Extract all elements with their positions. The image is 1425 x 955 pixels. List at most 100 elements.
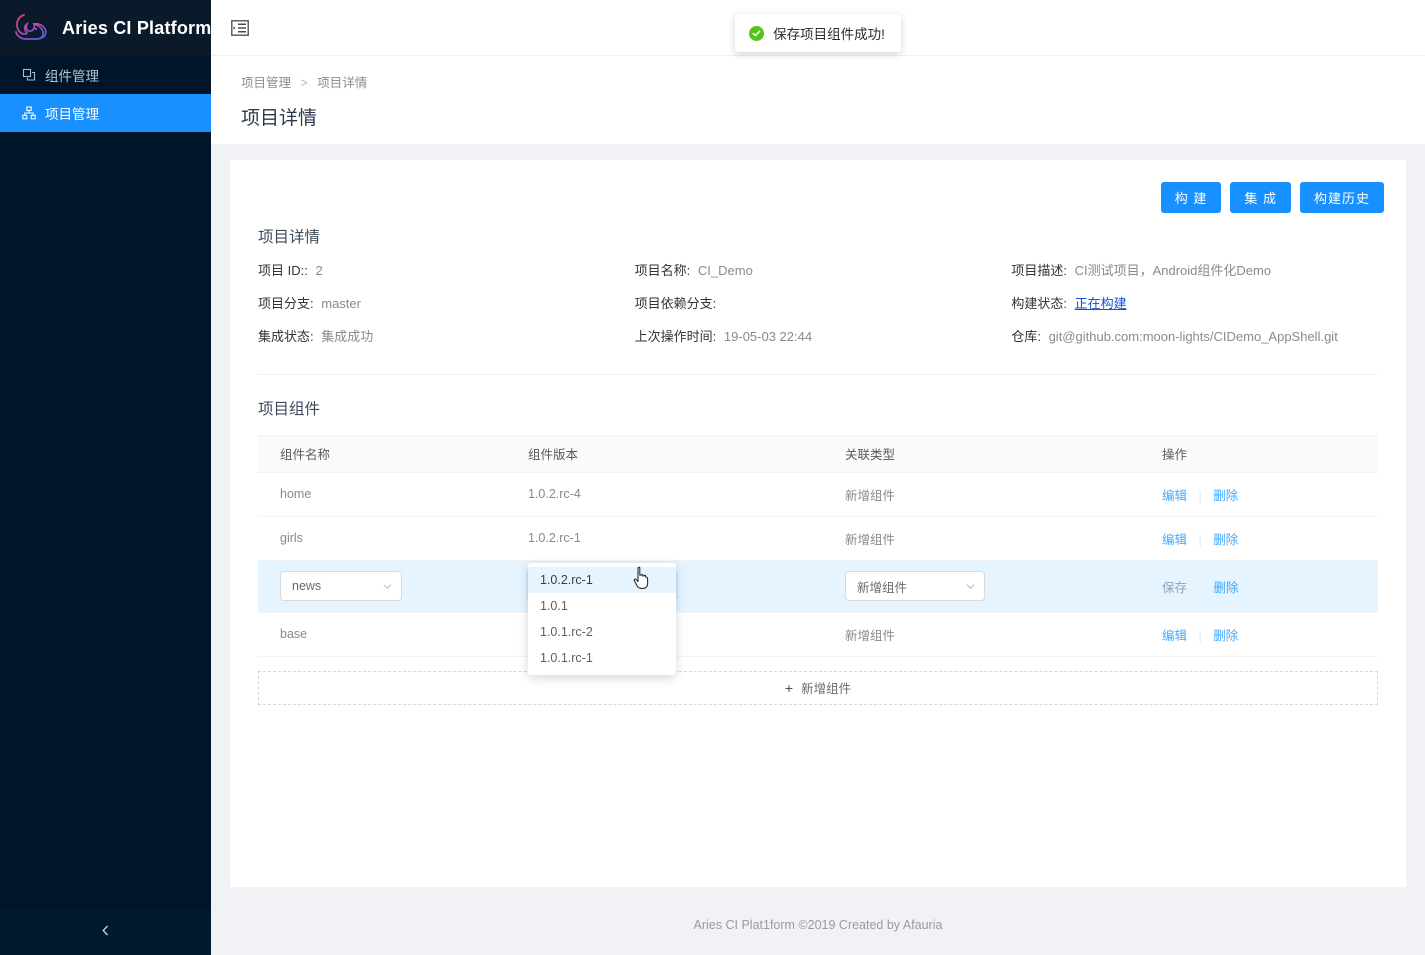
aries-ram-head-logo-icon bbox=[12, 8, 52, 48]
page-title: 项目详情 bbox=[241, 108, 318, 129]
cell-type: 新增组件 bbox=[845, 532, 896, 547]
info-field-project-desc: 项目描述: CI测试项目，Android组件化Demo bbox=[1011, 263, 1388, 280]
delete-link[interactable]: 删除 bbox=[1213, 629, 1238, 643]
sidebar-item-components[interactable]: 组件管理 bbox=[0, 56, 211, 94]
info-label: 项目分支: bbox=[258, 295, 314, 311]
info-label: 构建状态: bbox=[1011, 295, 1067, 311]
column-header-actions: 操作 bbox=[1162, 448, 1188, 463]
toast-text: 保存项目组件成功! bbox=[773, 27, 885, 42]
dropdown-option[interactable]: 1.0.1.rc-1 bbox=[528, 645, 676, 671]
integrate-button[interactable]: 集 成 bbox=[1230, 182, 1291, 213]
toast-container: 保存项目组件成功! bbox=[211, 14, 1425, 52]
info-label: 项目描述: bbox=[1011, 263, 1067, 278]
table-row-editing: news 1.0.2.rc-1 bbox=[258, 560, 1378, 613]
info-field-project-id: 项目 ID:: 2 bbox=[258, 263, 635, 280]
action-separator: | bbox=[1198, 488, 1202, 503]
sidebar-item-label: 项目管理 bbox=[45, 107, 99, 122]
dropdown-option[interactable]: 1.0.1.rc-2 bbox=[528, 619, 676, 645]
sidebar: Aries CI Platform 组件管理 项目管理 bbox=[0, 0, 211, 955]
sidebar-item-label: 组件管理 bbox=[45, 69, 99, 84]
app-root: Aries CI Platform 组件管理 项目管理 保存项目组件成功! 项目… bbox=[0, 0, 1425, 955]
sidebar-logo-text: Aries CI Platform bbox=[62, 17, 212, 38]
info-field-project-name: 项目名称: CI_Demo bbox=[635, 263, 1012, 280]
table-row: girls 1.0.2.rc-1 新增组件 编辑 | 删除 bbox=[258, 517, 1378, 561]
build-history-button[interactable]: 构建历史 bbox=[1299, 182, 1384, 213]
version-dropdown-menu[interactable]: 1.0.2.rc-1 1.0.1 1.0.1.rc-2 1.0.1.rc-1 bbox=[528, 562, 676, 675]
detail-section-title: 项目详情 bbox=[258, 229, 321, 246]
topbar: 保存项目组件成功! bbox=[211, 0, 1425, 56]
relation-type-select-value: 新增组件 bbox=[857, 580, 908, 595]
info-field-dependency-branch: 项目依赖分支: bbox=[635, 296, 1012, 313]
cell-version: 1.0.2.rc-4 bbox=[528, 487, 581, 502]
card-action-buttons: 构 建 集 成 构建历史 bbox=[248, 182, 1384, 213]
info-label: 上次操作时间: bbox=[634, 328, 717, 344]
info-value: master bbox=[321, 295, 361, 311]
components-icon bbox=[22, 68, 36, 82]
cell-name: base bbox=[280, 627, 308, 642]
sidebar-logo[interactable]: Aries CI Platform bbox=[0, 0, 211, 56]
chevron-down-icon bbox=[966, 572, 975, 600]
sidebar-collapse-button[interactable] bbox=[0, 909, 211, 955]
info-label: 集成状态: bbox=[258, 328, 314, 344]
components-table: 组件名称 组件版本 关联类型 操作 home 1.0.2.rc-4 新增组件 编… bbox=[258, 434, 1378, 675]
action-separator: | bbox=[1198, 628, 1202, 643]
dropdown-option[interactable]: 1.0.1 bbox=[528, 593, 676, 619]
info-field-repository: 仓库: git@github.com:moon-lights/CIDemo_Ap… bbox=[1011, 329, 1388, 346]
table-header-row: 组件名称 组件版本 关联类型 操作 bbox=[258, 434, 1378, 473]
menu-fold-icon[interactable] bbox=[231, 19, 249, 36]
save-link[interactable]: 保存 bbox=[1162, 581, 1187, 595]
edit-link[interactable]: 编辑 bbox=[1162, 489, 1187, 503]
info-label: 项目名称: bbox=[634, 263, 691, 278]
breadcrumb-separator: > bbox=[300, 76, 308, 90]
sidebar-item-project[interactable]: 项目管理 bbox=[0, 94, 211, 132]
component-name-select-value: news bbox=[292, 579, 322, 594]
add-component-label: 新增组件 bbox=[801, 682, 852, 697]
sidebar-menu: 组件管理 项目管理 bbox=[0, 56, 211, 132]
cell-name-select: news bbox=[258, 571, 528, 602]
content-area: 构 建 集 成 构建历史 项目详情 项目 ID:: 2 项目名称: CI_Dem… bbox=[211, 144, 1425, 895]
add-component-button[interactable]: + 新增组件 bbox=[258, 670, 1378, 705]
cell-actions: 编辑 | 删除 bbox=[1162, 529, 1378, 548]
action-separator bbox=[1199, 581, 1202, 595]
column-header-name: 组件名称 bbox=[280, 448, 331, 463]
relation-type-select[interactable]: 新增组件 bbox=[845, 571, 985, 602]
check-circle-icon bbox=[749, 25, 765, 41]
cell-type: 新增组件 bbox=[845, 628, 896, 643]
info-value: 集成成功 bbox=[321, 328, 374, 344]
page-footer: Aries CI Plat1form ©2019 Created by Afau… bbox=[211, 895, 1425, 955]
info-field-integration-status: 集成状态: 集成成功 bbox=[258, 329, 635, 346]
plus-icon: + bbox=[784, 679, 794, 696]
components-section-title: 项目组件 bbox=[258, 400, 321, 418]
info-value: git@github.com:moon-lights/CIDemo_AppShe… bbox=[1048, 328, 1338, 344]
toast-message: 保存项目组件成功! bbox=[735, 14, 901, 52]
delete-link[interactable]: 删除 bbox=[1213, 533, 1238, 547]
info-field-build-status: 构建状态: 正在构建 bbox=[1011, 296, 1388, 313]
info-value: CI_Demo bbox=[697, 263, 753, 278]
chevron-left-icon bbox=[99, 924, 112, 941]
info-value: 2 bbox=[315, 263, 323, 278]
cell-version: 1.0.2.rc-1 bbox=[528, 531, 581, 546]
cell-actions: 保存 删除 bbox=[1162, 577, 1378, 596]
info-label: 项目 ID:: bbox=[258, 263, 308, 278]
info-label: 仓库: bbox=[1011, 328, 1041, 344]
breadcrumb-parent[interactable]: 项目管理 bbox=[241, 76, 291, 90]
delete-link[interactable]: 删除 bbox=[1213, 581, 1238, 595]
table-row: base 新增组件 编辑 | 删除 bbox=[258, 613, 1378, 657]
cell-name: home bbox=[280, 487, 312, 502]
edit-link[interactable]: 编辑 bbox=[1162, 533, 1187, 547]
component-name-select[interactable]: news bbox=[280, 571, 402, 602]
cell-actions: 编辑 | 删除 bbox=[1162, 485, 1378, 504]
project-icon bbox=[22, 106, 36, 120]
build-status-link[interactable]: 正在构建 bbox=[1075, 296, 1127, 311]
cell-actions: 编辑 | 删除 bbox=[1162, 625, 1378, 644]
detail-card: 构 建 集 成 构建历史 项目详情 项目 ID:: 2 项目名称: CI_Dem… bbox=[230, 160, 1406, 887]
column-header-type: 关联类型 bbox=[845, 448, 896, 463]
build-button[interactable]: 构 建 bbox=[1160, 182, 1222, 213]
info-value: CI测试项目，Android组件化Demo bbox=[1074, 263, 1272, 278]
delete-link[interactable]: 删除 bbox=[1213, 489, 1238, 503]
edit-link[interactable]: 编辑 bbox=[1162, 629, 1187, 643]
breadcrumb: 项目管理 > 项目详情 bbox=[241, 72, 1425, 91]
info-label: 项目依赖分支: bbox=[634, 295, 717, 311]
dropdown-option[interactable]: 1.0.2.rc-1 bbox=[528, 566, 676, 593]
